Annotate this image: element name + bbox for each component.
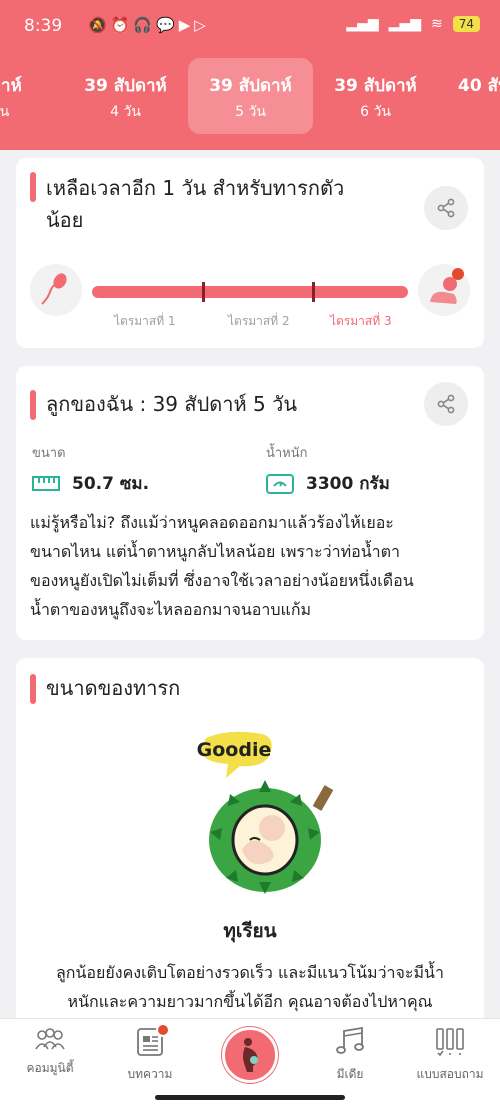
status-time: 8:39 <box>24 16 63 36</box>
wifi-icon: ≋ <box>430 16 443 32</box>
trimester-2-label: ไตรมาสที่ 2 <box>228 314 290 328</box>
nav-community[interactable]: คอมมูนิตี้ <box>0 1027 100 1078</box>
week-tab-weeks: 40 สัป <box>458 76 500 96</box>
share-button[interactable] <box>424 382 468 426</box>
week-tab[interactable]: 40 สัป <box>438 58 500 134</box>
title-accent-bar <box>30 390 36 420</box>
system-icons: ▂▄▆ ▂▄▆ ≋ 74 <box>346 16 480 32</box>
signal-icon: ▂▄▆ <box>346 16 379 32</box>
nav-media-label: มีเดีย <box>336 1067 364 1081</box>
weight-stat: 3300 กรัม <box>266 470 390 497</box>
size-stat: 50.7 ซม. <box>32 470 149 497</box>
play-icon: ▷ <box>194 16 210 34</box>
trimester-3-label: ไตรมาสที่ 3 <box>330 314 392 328</box>
week-tab[interactable]: 39 สัปดาห์ 4 วัน <box>63 58 188 134</box>
week-tab-weeks: ปดาห์ <box>0 76 22 96</box>
baby-fact-line: ขนาดไหน แต่น้ำตาหนูกลับไหลน้อย เพราะว่าท… <box>30 542 401 561</box>
nav-articles-label: บทความ <box>127 1067 173 1081</box>
pregnancy-icon <box>243 1038 258 1072</box>
alarm-icon: ⏰ <box>110 16 134 34</box>
mute-icon: 🔕 <box>88 16 111 34</box>
week-tab-active[interactable]: 39 สัปดาห์ 5 วัน <box>188 58 313 134</box>
size-description-line: ลูกน้อยยังคงเติบโตอย่างรวดเร็ว และมีแนวโ… <box>56 963 444 982</box>
fruit-name: ทุเรียน <box>223 920 277 942</box>
week-tab-weeks: 39 สัปดาห์ <box>334 76 417 96</box>
survey-icon <box>436 1028 464 1057</box>
countdown-title: เหลือเวลาอีก 1 วัน สำหรับทารกตัว น้อย <box>46 172 344 236</box>
size-label: ขนาด <box>32 446 66 461</box>
baby-fact-line: น้ำตาของหนูถึงจะไหลออกมาจนอาบแก้ม <box>30 600 312 619</box>
trimester-divider <box>312 282 315 302</box>
week-tab-days: 4 วัน <box>110 104 141 120</box>
countdown-title-line2: น้อย <box>46 208 84 232</box>
messenger-icon: 💬 <box>156 16 179 34</box>
week-tab[interactable]: ปดาห์ วัน <box>0 58 63 134</box>
people-icon <box>35 1028 65 1050</box>
trimester-divider <box>202 282 205 302</box>
header: 8:39 🔕⏰🎧💬▶▷ ▂▄▆ ▂▄▆ ≋ 74 ปดาห์ วัน 39 สั… <box>0 0 500 150</box>
sperm-icon <box>30 264 82 316</box>
share-icon <box>437 394 455 414</box>
nav-media[interactable]: มีเดีย <box>300 1026 400 1084</box>
size-description-line: หนักและความยาวมากขึ้นได้อีก คุณอาจต้องไป… <box>67 992 433 1011</box>
home-indicator <box>155 1095 345 1100</box>
trimester-1-label: ไตรมาสที่ 1 <box>114 314 176 328</box>
youtube-icon: ▶ <box>178 16 195 34</box>
size-description: ลูกน้อยยังคงเติบโตอย่างรวดเร็ว และมีแนวโ… <box>30 958 470 1016</box>
weight-value: 3300 กรัม <box>306 474 390 494</box>
share-icon <box>437 198 455 218</box>
baby-icon <box>418 264 470 316</box>
weight-label: น้ำหนัก <box>266 446 308 461</box>
baby-size-title: ขนาดของทารก <box>46 676 181 700</box>
pregnancy-progress-bar <box>92 282 408 302</box>
title-accent-bar <box>30 172 36 202</box>
signal-icon: ▂▄▆ <box>388 16 421 32</box>
week-tab-weeks: 39 สัปดาห์ <box>84 76 167 96</box>
baby-size-card: ขนาดของทารก Goodie ทุเรียน ลูกน้อยยังคงเ… <box>16 658 484 1028</box>
baby-info-card: ลูกของฉัน : 39 สัปดาห์ 5 วัน ขนาด 50.7 ซ… <box>16 366 484 640</box>
nav-survey-label: แบบสอบถาม <box>416 1067 484 1081</box>
week-tab-weeks: 39 สัปดาห์ <box>209 76 292 96</box>
week-tab-days: 6 วัน <box>360 104 391 120</box>
size-value: 50.7 ซม. <box>72 474 150 494</box>
scale-icon <box>266 473 294 494</box>
nav-articles[interactable]: บทความ <box>100 1023 200 1084</box>
baby-title: ลูกของฉัน : 39 สัปดาห์ 5 วัน <box>46 392 298 416</box>
ruler-icon <box>32 475 60 491</box>
durian-illustration: Goodie <box>190 728 340 898</box>
share-button[interactable] <box>424 186 468 230</box>
countdown-card: เหลือเวลาอีก 1 วัน สำหรับทารกตัว น้อย ไต… <box>16 158 484 348</box>
nav-survey[interactable]: แบบสอบถาม <box>400 1027 500 1084</box>
week-tab-days: 5 วัน <box>235 104 266 120</box>
notification-icons: 🔕⏰🎧💬▶▷ <box>88 16 210 34</box>
goodie-badge-text: Goodie <box>197 739 272 761</box>
status-bar: 8:39 🔕⏰🎧💬▶▷ ▂▄▆ ▂▄▆ ≋ 74 <box>0 0 500 56</box>
notification-badge <box>156 1023 170 1037</box>
week-tab[interactable]: 39 สัปดาห์ 6 วัน <box>313 58 438 134</box>
baby-fact-line: แม่รู้หรือไม่? ถึงแม้ว่าหนูคลอดออกมาแล้ว… <box>30 513 394 532</box>
music-icon <box>336 1026 364 1054</box>
countdown-title-line1: เหลือเวลาอีก 1 วัน สำหรับทารกตัว <box>46 176 345 200</box>
week-tab-days: วัน <box>0 104 10 120</box>
battery-icon: 74 <box>452 16 480 32</box>
week-tabs: ปดาห์ วัน 39 สัปดาห์ 4 วัน 39 สัปดาห์ 5 … <box>0 58 500 134</box>
title-accent-bar <box>30 674 36 704</box>
nav-community-label: คอมมูนิตี้ <box>26 1061 74 1075</box>
baby-fact-paragraph: แม่รู้หรือไม่? ถึงแม้ว่าหนูคลอดออกมาแล้ว… <box>30 508 470 624</box>
headset-icon: 🎧 <box>133 16 157 34</box>
nav-pregnancy-button[interactable] <box>222 1027 278 1083</box>
baby-fact-line: ของหนูยังเปิดไม่เต็มที่ ซึ่งอาจใช้เวลาอย… <box>30 571 414 590</box>
